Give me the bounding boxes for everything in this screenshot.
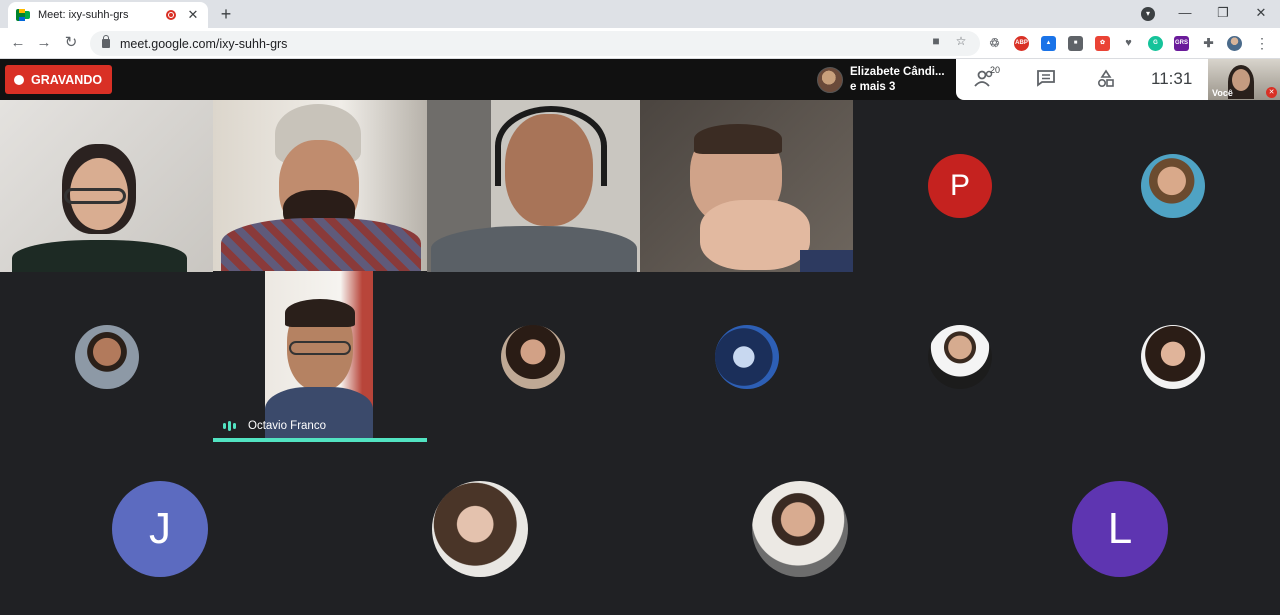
speaking-highlight-bar	[213, 438, 427, 442]
activities-shapes-icon	[1097, 69, 1114, 88]
participant-avatar	[1141, 325, 1205, 389]
address-bar[interactable]: meet.google.com/ixy-suhh-grs	[90, 31, 980, 56]
more-menu-icon[interactable]: ⋮	[1252, 33, 1272, 53]
speaking-indicator-icon	[223, 421, 238, 431]
activities-button[interactable]	[1096, 69, 1116, 91]
minimize-icon[interactable]: —	[1166, 0, 1204, 28]
speaker-name: Octavio Franco	[248, 420, 326, 432]
presenter-avatar	[817, 66, 843, 93]
participant-avatar	[1141, 154, 1205, 218]
recording-dot-icon	[14, 74, 24, 85]
forward-icon[interactable]: →	[34, 33, 54, 53]
participant-hair	[285, 299, 355, 327]
google-meet-icon	[16, 9, 30, 21]
avatar-letter-j: J	[112, 481, 208, 577]
glasses	[289, 341, 351, 355]
profile-avatar-icon[interactable]	[1227, 36, 1242, 51]
avatar-letter-p: P	[928, 154, 992, 218]
participant-body	[800, 250, 853, 272]
recording-badge: GRAVANDO	[5, 65, 112, 94]
participant-body	[221, 218, 421, 272]
browser-tab-bar: Meet: ixy-suhh-grs ✕ + ▾ — ❐ ✕	[0, 0, 1280, 28]
participants-count: 20	[990, 65, 1001, 75]
reload-icon[interactable]: ↻	[61, 33, 81, 53]
participant-avatar	[752, 481, 848, 577]
graduation-extension-icon[interactable]: ▲	[1041, 36, 1056, 51]
participants-button[interactable]: 20	[974, 65, 1000, 91]
participant-body	[12, 240, 187, 272]
participant-avatar	[501, 325, 565, 389]
url-text: meet.google.com/ixy-suhh-grs	[120, 36, 288, 51]
chat-icon	[1037, 70, 1055, 87]
restore-icon[interactable]: ❐	[1204, 0, 1242, 28]
avatar-letter-l: L	[1072, 481, 1168, 577]
chat-button[interactable]	[1036, 69, 1056, 91]
mic-off-icon: ✕	[1266, 87, 1277, 98]
video-tile[interactable]	[0, 100, 213, 272]
glasses	[64, 188, 126, 204]
participant-avatar	[715, 325, 779, 389]
meeting-controls: 20 11:31	[956, 59, 1208, 100]
self-label: Você	[1212, 88, 1233, 98]
grammarly-icon[interactable]: G	[1148, 36, 1163, 51]
presenter-chip[interactable]: Elizabete Cândi... e mais 3	[811, 59, 956, 100]
red-extension-icon[interactable]: ✿	[1095, 36, 1110, 51]
participant-avatar	[75, 325, 139, 389]
extensions-puzzle-icon[interactable]: ✚	[1201, 36, 1216, 51]
participant-avatar	[928, 325, 992, 389]
square-extension-icon[interactable]: ■	[1068, 36, 1083, 51]
grs-extension-icon[interactable]: GRS	[1174, 36, 1189, 51]
presenter-name: Elizabete Cândi...	[850, 65, 945, 78]
lock-icon	[102, 35, 110, 48]
camera-in-use-icon[interactable]: ■	[928, 33, 944, 49]
participant-face	[505, 114, 593, 226]
adblock-plus-icon[interactable]: ABP	[1014, 36, 1029, 51]
back-icon[interactable]: ←	[8, 33, 28, 53]
participant-avatar	[432, 481, 528, 577]
video-tile[interactable]	[427, 100, 640, 272]
recycle-extension-icon[interactable]: ♲	[987, 36, 1002, 51]
speaker-name-label: Octavio Franco	[223, 420, 326, 432]
meet-top-bar: GRAVANDO Elizabete Cândi... e mais 3 20	[0, 59, 1280, 100]
browser-tab[interactable]: Meet: ixy-suhh-grs ✕	[8, 2, 208, 28]
participant-body	[431, 226, 637, 272]
browser-toolbar: ← → ↻ meet.google.com/ixy-suhh-grs ■ ☆ ♲…	[0, 28, 1280, 59]
recording-label: GRAVANDO	[31, 72, 103, 87]
self-view-tile[interactable]: Você ✕	[1208, 59, 1280, 100]
window-close-icon[interactable]: ✕	[1242, 0, 1280, 28]
participant-hair	[694, 124, 782, 154]
meeting-clock: 11:31	[1151, 69, 1193, 88]
self-face	[1232, 69, 1250, 91]
hands	[700, 200, 810, 270]
close-tab-icon[interactable]: ✕	[186, 7, 200, 23]
video-tile[interactable]	[640, 100, 853, 272]
video-tile[interactable]	[213, 100, 427, 272]
presenter-others: e mais 3	[850, 80, 896, 93]
pocket-icon[interactable]: ♥	[1121, 36, 1136, 51]
tab-title: Meet: ixy-suhh-grs	[38, 9, 129, 21]
new-tab-button[interactable]: +	[216, 4, 236, 24]
recording-indicator-icon	[166, 10, 176, 20]
active-speaker-tile[interactable]: Octavio Franco	[213, 271, 427, 442]
bookmark-star-icon[interactable]: ☆	[953, 33, 969, 49]
participant-body	[265, 387, 373, 442]
tab-search-icon[interactable]: ▾	[1141, 7, 1155, 21]
meet-call-area: GRAVANDO Elizabete Cândi... e mais 3 20	[0, 59, 1280, 615]
